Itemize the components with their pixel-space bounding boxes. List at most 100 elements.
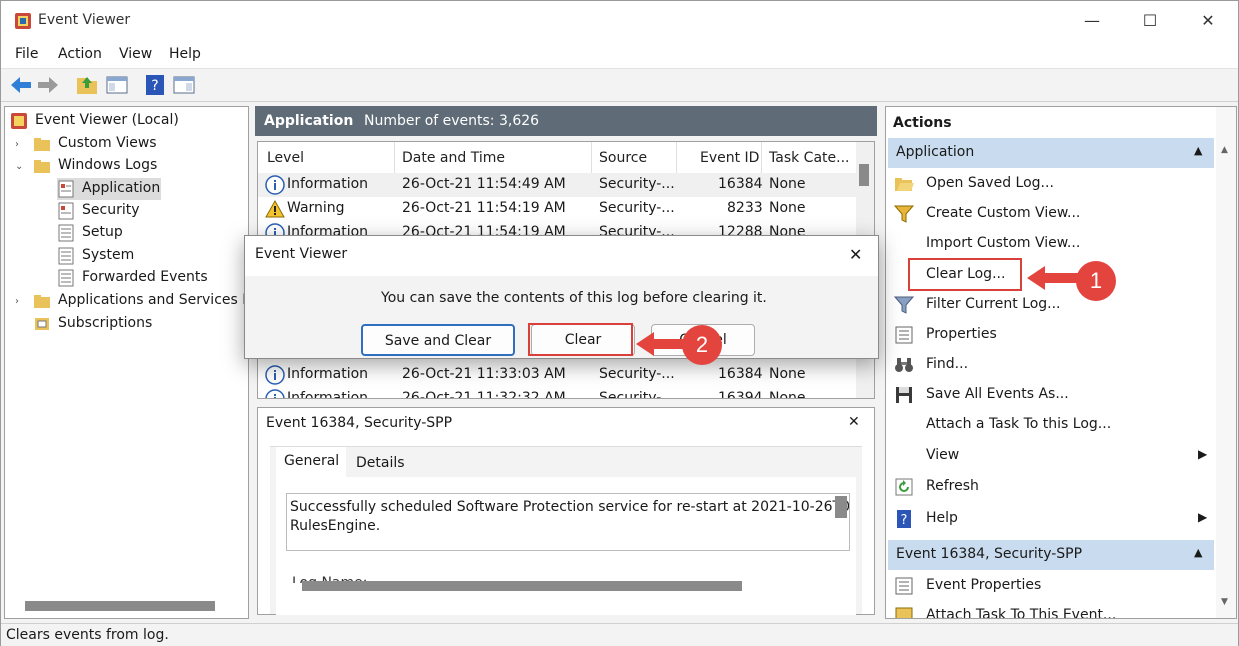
tree-item-security[interactable]: Security [57, 200, 237, 222]
event-detail-pane: Event 16384, Security-SPP ✕ General Deta… [257, 407, 875, 615]
cell-task: None [769, 176, 806, 192]
maximize-button[interactable]: ☐ [1137, 9, 1163, 33]
menu-action[interactable]: Action [58, 46, 102, 62]
svg-text:?: ? [151, 78, 158, 94]
tab-general[interactable]: General [276, 447, 346, 477]
table-row[interactable]: Information 26-Oct-21 11:54:49 AM Securi… [258, 173, 856, 197]
chevron-right-icon[interactable]: › [15, 296, 19, 307]
section-label: Application [896, 144, 975, 160]
vertical-scrollbar-thumb[interactable] [859, 164, 869, 186]
action-filter-current-log[interactable]: Filter Current Log... [892, 291, 1212, 319]
cell-date: 26-Oct-21 11:54:19 AM [402, 200, 566, 216]
tree-item-subscriptions[interactable]: Subscriptions [33, 313, 233, 335]
back-arrow-icon[interactable] [9, 74, 33, 96]
action-refresh[interactable]: Refresh [892, 473, 1212, 501]
forward-arrow-icon[interactable] [36, 74, 60, 96]
collapse-up-icon[interactable]: ▲ [1194, 144, 1202, 157]
open-folder-icon [895, 178, 914, 191]
dialog-title: Event Viewer [255, 246, 348, 262]
tree-item-forwarded-events[interactable]: Forwarded Events [57, 267, 237, 289]
log-icon [58, 224, 74, 242]
horizontal-scrollbar-thumb[interactable] [25, 601, 215, 611]
cell-source: Security-... [599, 366, 675, 382]
event-description-box[interactable]: Successfully scheduled Software Protecti… [286, 493, 850, 551]
filter-icon [894, 296, 914, 314]
chevron-down-icon[interactable]: ⌄ [15, 161, 23, 172]
action-find[interactable]: Find... [892, 351, 1212, 379]
information-icon [265, 365, 285, 385]
action-save-all-events[interactable]: Save All Events As... [892, 381, 1212, 409]
dialog-message: You can save the contents of this log be… [381, 290, 767, 306]
show-hide-console-tree-icon[interactable] [105, 74, 129, 96]
dialog-close-icon[interactable]: ✕ [849, 245, 862, 264]
table-row[interactable]: Information 26-Oct-21 11:33:03 AM Securi… [258, 363, 856, 387]
tree-item-windows-logs[interactable]: Windows Logs [33, 155, 233, 177]
menu-help[interactable]: Help [169, 46, 201, 62]
column-level[interactable]: Level [267, 150, 304, 166]
action-label: View [926, 447, 960, 463]
collapse-up-icon[interactable]: ▲ [1194, 546, 1202, 559]
tree-label: System [82, 247, 135, 263]
action-label: Properties [926, 326, 997, 342]
title-bar: Event Viewer — ☐ ✕ [1, 1, 1238, 41]
step-badge-2: 2 [682, 325, 722, 365]
folder-icon [34, 295, 50, 308]
scroll-down-icon[interactable]: ▼ [1221, 597, 1228, 607]
chevron-right-icon[interactable]: › [15, 139, 19, 150]
log-icon [58, 180, 74, 198]
up-folder-icon[interactable] [75, 74, 99, 96]
column-date-time[interactable]: Date and Time [402, 150, 505, 166]
help-icon[interactable]: ? [143, 74, 167, 96]
action-label: Import Custom View... [926, 235, 1081, 251]
action-open-saved-log[interactable]: Open Saved Log... [892, 170, 1212, 198]
detail-tabs-area: General Details Successfully scheduled S… [270, 446, 862, 615]
tree-label: Forwarded Events [82, 269, 208, 285]
table-row[interactable]: Warning 26-Oct-21 11:54:19 AM Security-.… [258, 197, 856, 221]
vertical-scrollbar[interactable]: ▲ ▼ [1216, 107, 1236, 618]
scroll-up-icon[interactable]: ▲ [1221, 145, 1228, 155]
section-application[interactable]: Application ▲ [888, 138, 1214, 168]
action-event-properties[interactable]: Event Properties [892, 572, 1212, 600]
action-attach-task-to-log[interactable]: Attach a Task To this Log... [892, 411, 1212, 439]
tab-details[interactable]: Details [356, 455, 405, 471]
vertical-scrollbar-thumb[interactable] [835, 496, 847, 518]
action-label: Event Properties [926, 577, 1042, 593]
save-and-clear-button[interactable]: Save and Clear [361, 324, 515, 356]
action-create-custom-view[interactable]: Create Custom View... [892, 200, 1212, 228]
filter-icon [894, 205, 914, 223]
action-help[interactable]: ? Help ▶ [892, 505, 1212, 533]
close-icon[interactable]: ✕ [848, 414, 860, 430]
tab-label: General [284, 453, 340, 469]
show-action-pane-icon[interactable] [172, 74, 196, 96]
menu-file[interactable]: File [15, 46, 38, 62]
tree-item-system[interactable]: System [57, 245, 237, 267]
action-attach-task-to-event[interactable]: Attach Task To This Event... [892, 602, 1212, 618]
action-label: Find... [926, 356, 969, 372]
tree-item-application[interactable]: Application [57, 178, 161, 200]
cell-level: Warning [287, 200, 345, 216]
column-task-category[interactable]: Task Cate... [769, 150, 849, 166]
log-header: Application Number of events: 3,626 [255, 106, 877, 136]
cell-event-id: 16384 [718, 176, 763, 192]
status-bar: Clears events from log. [1, 623, 1238, 646]
section-event[interactable]: Event 16384, Security-SPP ▲ [888, 540, 1214, 570]
action-import-custom-view[interactable]: Import Custom View... [892, 230, 1212, 258]
close-button[interactable]: ✕ [1195, 9, 1221, 33]
action-view[interactable]: View ▶ [892, 442, 1212, 470]
menu-view[interactable]: View [119, 46, 152, 62]
column-source[interactable]: Source [599, 150, 647, 166]
horizontal-scrollbar-thumb[interactable] [302, 581, 742, 591]
warning-icon [265, 199, 285, 218]
tree-item-event-viewer-local[interactable]: Event Viewer (Local) [10, 110, 240, 132]
tree-item-applications-and-services[interactable]: Applications and Services Log [33, 290, 246, 312]
column-event-id[interactable]: Event ID [700, 150, 759, 166]
minimize-button[interactable]: — [1079, 9, 1105, 33]
general-tab-content: Successfully scheduled Software Protecti… [276, 477, 856, 615]
svg-text:?: ? [901, 513, 908, 528]
action-properties[interactable]: Properties [892, 321, 1212, 349]
console-tree: Event Viewer (Local) › Custom Views ⌄ Wi… [4, 106, 249, 619]
table-row[interactable]: Information 26-Oct-21 11:32:32 AM Securi… [258, 387, 856, 398]
properties-icon [895, 326, 913, 344]
tree-item-setup[interactable]: Setup [57, 222, 237, 244]
tree-item-custom-views[interactable]: Custom Views [33, 133, 233, 155]
